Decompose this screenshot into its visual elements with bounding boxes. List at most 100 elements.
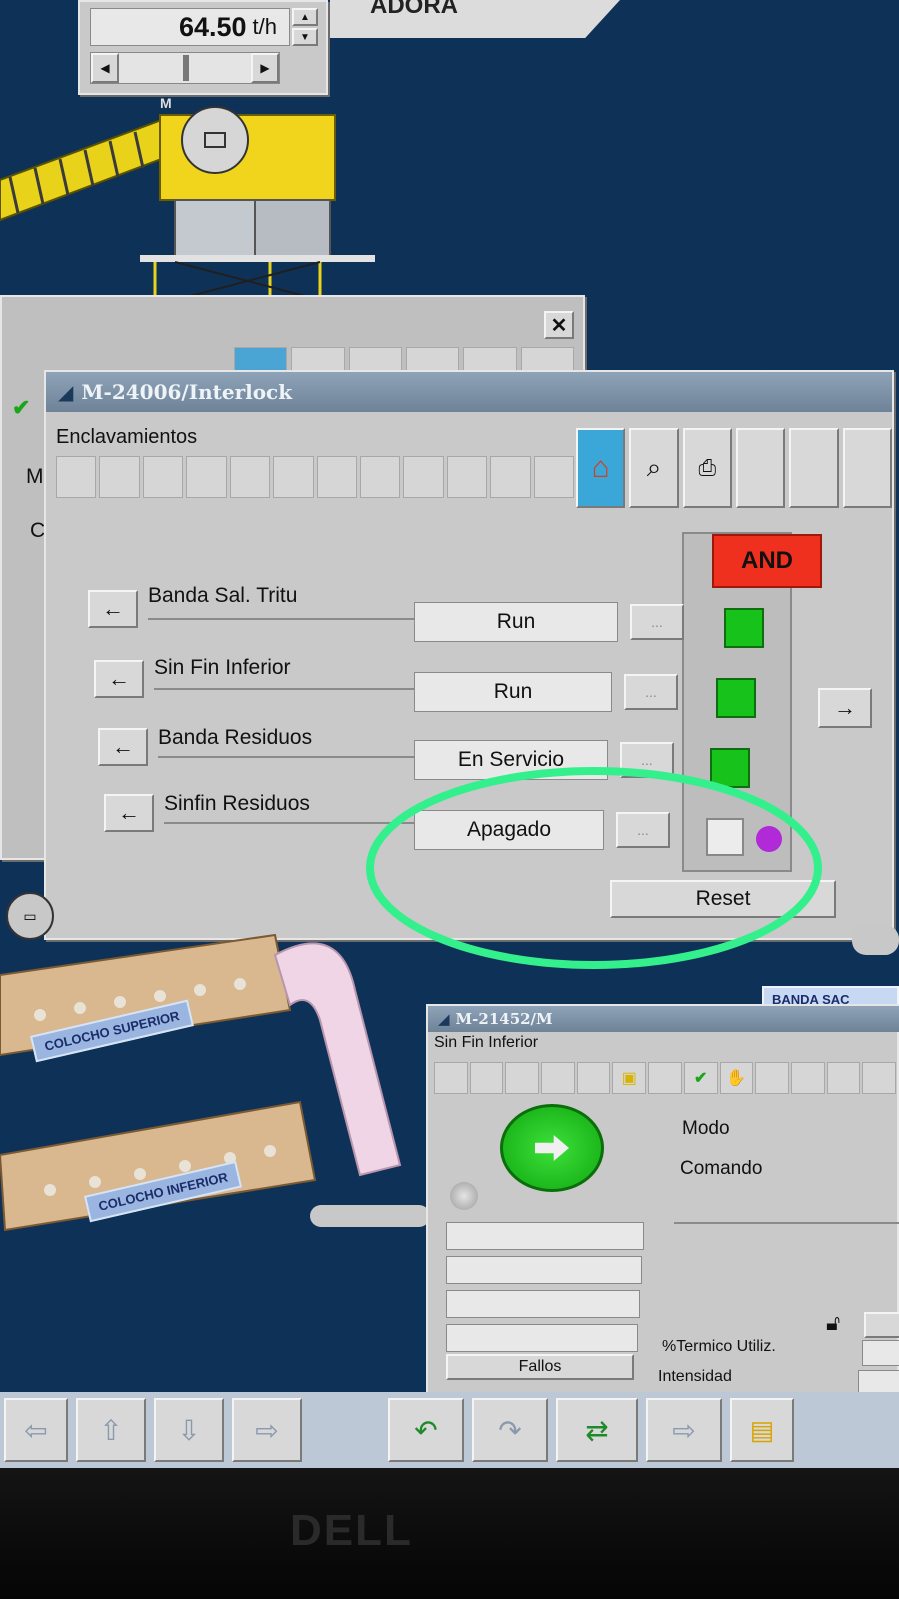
row2-nav-button[interactable]: ← [94, 660, 144, 698]
motor-titlebar[interactable]: ◢ M-21452/M [428, 1006, 899, 1032]
nav-left-button[interactable]: ⇦ [4, 1398, 68, 1462]
scale-value: 64.50 [178, 11, 247, 42]
status-cell [446, 456, 488, 498]
row3-nav-button[interactable]: ← [98, 728, 148, 766]
row4-nav-button[interactable]: ← [104, 794, 154, 832]
slider-right-button[interactable]: ▶ [251, 53, 279, 83]
bg-toolbar-cell[interactable] [405, 347, 460, 371]
row1-more-button[interactable]: ... [630, 604, 684, 640]
redo-icon[interactable]: ↷ [472, 1398, 548, 1462]
row2-state: Run [414, 672, 612, 712]
status-cell [541, 1062, 575, 1094]
screw-conveyors-graphic [0, 933, 430, 1232]
modo-label: Modo [682, 1118, 730, 1139]
check-icon: ✔ [12, 395, 31, 420]
status-cell [273, 456, 314, 498]
row2-line [154, 688, 416, 690]
status-cell [490, 456, 531, 498]
app-logo-icon: ◢ [438, 1010, 450, 1028]
home-icon[interactable]: ⌂ [576, 428, 626, 508]
arrow-left-icon: ← [102, 596, 124, 621]
scale-slider[interactable]: ◀ ▶ [90, 52, 280, 84]
status-cell [790, 1062, 825, 1094]
scale-value-field: 64.50 t/h [90, 8, 290, 46]
termico-label: %Termico Utiliz. [662, 1338, 776, 1355]
status-cell [469, 1062, 504, 1094]
bg-side-label-m: M [26, 465, 44, 488]
padlock-button[interactable] [864, 1312, 899, 1338]
slider-thumb[interactable] [183, 55, 189, 81]
hand-icon: ✋ [719, 1062, 754, 1094]
row1-nav-button[interactable]: ← [88, 590, 138, 628]
header-fragment-text: ADORA [370, 0, 458, 19]
interlock-status-strip [56, 456, 575, 498]
undo-icon[interactable]: ↶ [388, 1398, 464, 1462]
app-logo-icon: ◢ [58, 380, 74, 404]
toolbar-empty-button[interactable] [842, 428, 892, 508]
arrow-right-icon: → [834, 695, 856, 720]
row2-more-button[interactable]: ... [624, 674, 678, 710]
motor-field-3 [446, 1290, 640, 1318]
spin-up-button[interactable]: ▲ [292, 8, 318, 26]
nav-up-button[interactable]: ⇧ [76, 1398, 146, 1462]
print-icon[interactable]: ⎙ [682, 428, 732, 508]
zoom-icon[interactable]: ⌕ [629, 428, 679, 508]
forward-icon[interactable]: ⇨ [646, 1398, 722, 1462]
nav-right-button[interactable]: ⇨ [232, 1398, 302, 1462]
padlock-icon: 🔓︎ [826, 1310, 841, 1335]
row1-label: Banda Sal. Tritu [148, 584, 298, 607]
status-cell [56, 456, 97, 498]
folder-icon[interactable]: ▤ [730, 1398, 794, 1462]
section-header: Enclavamientos [56, 426, 198, 448]
row2-label: Sin Fin Inferior [154, 656, 291, 679]
bg-toolbar-cell[interactable] [234, 347, 288, 371]
bg-toolbar-cell[interactable] [291, 347, 345, 371]
bg-toolbar-cell[interactable] [348, 347, 402, 371]
next-page-button[interactable]: → [818, 688, 872, 728]
transfer-icon[interactable]: ⇄ [556, 1398, 638, 1462]
fallos-button[interactable]: Fallos [446, 1354, 634, 1380]
conveyor-hopper-graphic [0, 106, 375, 300]
motor-field-4 [446, 1324, 638, 1352]
motor-status-strip: ▣ ✔ ✋ [434, 1062, 896, 1094]
row4-label: Sinfin Residuos [164, 792, 310, 815]
bg-window-close-button[interactable]: ✕ [544, 311, 574, 339]
comando-label: Comando [680, 1158, 763, 1179]
and-gate-label: AND [712, 534, 822, 588]
intensidad-label: Intensidad [658, 1368, 732, 1385]
status-cell [533, 456, 575, 498]
status-cell [142, 456, 184, 498]
check-icon: ✔ [683, 1062, 718, 1094]
status-cell [99, 456, 140, 498]
bg-side-label-c: C [30, 519, 46, 542]
lock-icon: ▣ [612, 1062, 647, 1094]
status-cell [576, 1062, 611, 1094]
row1-state: Run [414, 602, 618, 642]
motor-divider [674, 1222, 899, 1224]
row3-line [158, 756, 416, 758]
status-cell [434, 1062, 468, 1094]
spin-down-button[interactable]: ▼ [292, 28, 318, 46]
pipe-stub [852, 925, 899, 955]
motor-tag-label: M [160, 95, 172, 111]
toolbar-empty-button[interactable] [735, 428, 786, 508]
toolbar-empty-button[interactable] [789, 428, 839, 508]
interlock-title: M-24006/Interlock [81, 380, 293, 404]
bg-toolbar-cell[interactable] [520, 347, 574, 371]
scale-readout-widget: 64.50 t/h ▲ ▼ ◀ ▶ [78, 0, 328, 95]
interlock-titlebar[interactable]: ◢ M-24006/Interlock [46, 372, 892, 412]
motor-title: M-21452/M [455, 1010, 553, 1028]
slider-left-button[interactable]: ◀ [91, 53, 119, 83]
scale-unit: t/h [252, 14, 277, 39]
bottom-nav-bar: ⇦ ⇧ ⇩ ⇨ ↶ ↷ ⇄ ⇨ ▤ [0, 1392, 899, 1468]
nav-down-button[interactable]: ⇩ [154, 1398, 224, 1462]
row1-line [148, 618, 416, 620]
status-cell [403, 456, 444, 498]
status-cell [648, 1062, 682, 1094]
arrow-left-icon: ← [112, 734, 134, 759]
motor-run-indicator[interactable] [500, 1104, 604, 1192]
arrow-left-icon: ← [118, 800, 140, 825]
row3-label: Banda Residuos [158, 726, 313, 749]
bg-toolbar-cell[interactable] [463, 347, 517, 371]
motor-window: ◢ M-21452/M Sin Fin Inferior ▣ ✔ ✋ Modo … [426, 1004, 899, 1404]
